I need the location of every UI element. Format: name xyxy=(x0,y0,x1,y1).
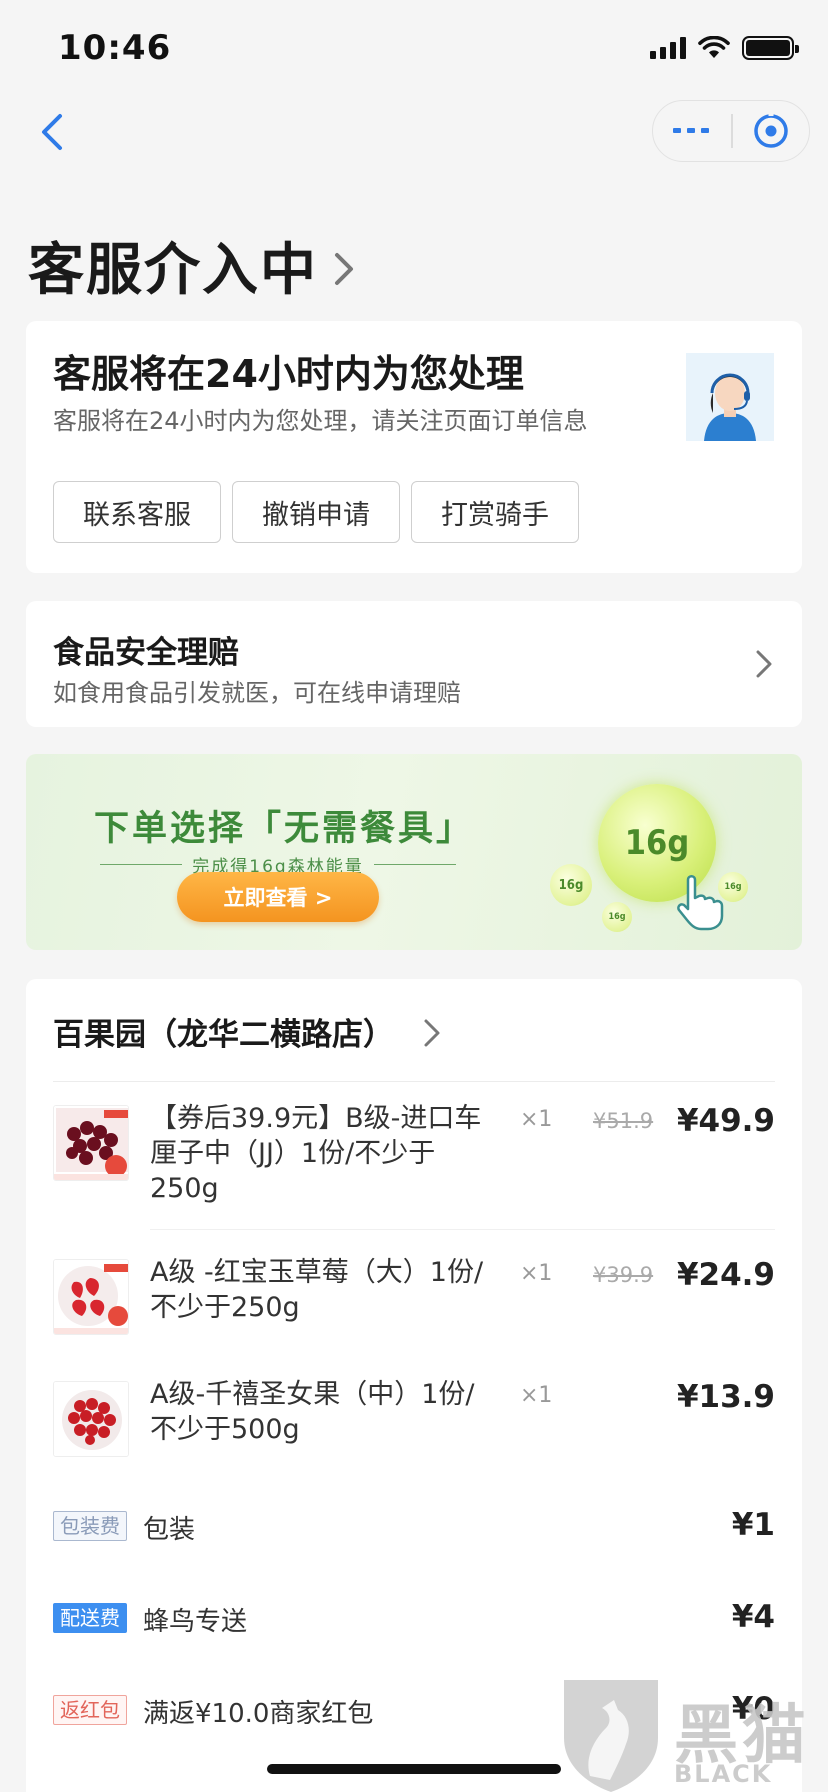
battery-icon xyxy=(742,36,799,60)
item-name: A级 -红宝玉草莓（大）1份/不少于250g xyxy=(150,1257,484,1323)
page-title-row[interactable]: 客服介入中 xyxy=(28,225,356,306)
fee-label: 包装 xyxy=(143,1515,196,1545)
order-item: 【券后39.9元】B级-进口车厘子中（JJ）1份/不少于250g ×1 ¥51.… xyxy=(53,1103,775,1230)
chevron-right-icon xyxy=(424,1019,440,1046)
back-button[interactable] xyxy=(34,110,74,154)
pointing-hand-icon xyxy=(677,875,724,931)
service-agent-avatar xyxy=(686,353,774,441)
no-cutlery-promo-banner[interactable]: 下单选择「无需餐具」 完成得16g森林能量 立即查看 > 16g 16g 16g… xyxy=(26,754,802,950)
item-name: A级-千禧圣女果（中）1份/不少于500g xyxy=(150,1379,475,1445)
product-thumbnail-strawberries xyxy=(53,1259,129,1335)
more-button[interactable] xyxy=(653,101,731,161)
item-original-price: ¥39.9 xyxy=(593,1263,654,1287)
energy-bubble-small: 16g xyxy=(550,864,592,906)
cancel-request-button[interactable]: 撤销申请 xyxy=(232,481,400,543)
status-icons xyxy=(650,36,799,60)
product-thumbnail-cherry-tomatoes xyxy=(53,1381,129,1457)
fee-row-packaging: 包装费 包装 ¥1 xyxy=(53,1507,775,1545)
status-bar: 10:46 xyxy=(0,0,828,100)
more-dots-icon xyxy=(673,128,709,133)
red-packet-tag: 返红包 xyxy=(53,1695,127,1725)
tip-rider-button[interactable]: 打赏骑手 xyxy=(411,481,579,543)
food-safety-claim-card[interactable]: 食品安全理赔 如食用食品引发就医，可在线申请理赔 xyxy=(26,601,802,727)
close-circle-icon xyxy=(754,111,788,148)
item-price: ¥49.9 xyxy=(676,1103,775,1139)
divider xyxy=(53,1081,775,1082)
watermark-subtext: BLACK CAT xyxy=(674,1760,773,1792)
contact-service-button[interactable]: 联系客服 xyxy=(53,481,221,543)
cherry-tomatoes-image xyxy=(54,1382,128,1456)
food-safety-title: 食品安全理赔 xyxy=(53,635,239,671)
fee-row-delivery: 配送费 蜂鸟专送 ¥4 xyxy=(53,1599,775,1637)
banner-headline: 下单选择「无需餐具」 xyxy=(94,809,475,849)
order-item: A级 -红宝玉草莓（大）1份/不少于250g ×1 ¥39.9 ¥24.9 xyxy=(53,1257,775,1349)
chevron-right-icon xyxy=(335,252,353,285)
chevron-right-icon xyxy=(756,650,772,678)
packaging-fee-tag: 包装费 xyxy=(53,1511,127,1541)
fee-value: ¥4 xyxy=(731,1599,775,1635)
fee-label: 满返¥10.0商家红包 xyxy=(143,1699,374,1729)
home-indicator xyxy=(267,1764,561,1774)
divider xyxy=(150,1229,775,1230)
service-heading: 客服将在24小时内为您处理 xyxy=(53,352,524,396)
service-actions: 联系客服 撤销申请 打赏骑手 xyxy=(53,481,579,543)
shop-header[interactable]: 百果园（龙华二横路店） xyxy=(53,1009,442,1054)
shop-name: 百果园（龙华二横路店） xyxy=(53,1017,394,1053)
cat-shield-logo-icon xyxy=(564,1680,658,1792)
item-quantity: ×1 xyxy=(520,1261,553,1286)
wifi-icon xyxy=(698,36,730,58)
view-now-button[interactable]: 立即查看 > xyxy=(177,872,379,922)
item-quantity: ×1 xyxy=(520,1107,553,1132)
fee-value: ¥1 xyxy=(731,1507,775,1543)
black-cat-watermark: 黑猫 BLACK CAT xyxy=(556,1676,828,1792)
miniapp-capsule xyxy=(652,100,810,162)
food-safety-subtitle: 如食用食品引发就医，可在线申请理赔 xyxy=(53,679,461,707)
order-item: A级-千禧圣女果（中）1份/不少于500g ×1 ¥13.9 xyxy=(53,1379,775,1471)
service-status-card: 客服将在24小时内为您处理 客服将在24小时内为您处理，请关注页面订单信息 联系… xyxy=(26,321,802,573)
order-details-card: 百果园（龙华二横路店） 【券后39.9元】B级-进口车厘子中（JJ）1份/不少于… xyxy=(26,979,802,1792)
item-name: 【券后39.9元】B级-进口车厘子中（JJ）1份/不少于250g xyxy=(150,1103,482,1204)
page-title: 客服介入中 xyxy=(28,238,318,303)
item-price: ¥13.9 xyxy=(676,1379,775,1415)
service-subtext: 客服将在24小时内为您处理，请关注页面订单信息 xyxy=(53,407,588,435)
chevron-left-icon xyxy=(42,114,62,150)
fee-label: 蜂鸟专送 xyxy=(143,1607,248,1637)
strawberries-image xyxy=(54,1260,128,1334)
cherries-image xyxy=(54,1106,128,1180)
item-quantity: ×1 xyxy=(520,1383,553,1408)
customer-service-agent-icon xyxy=(686,353,774,441)
delivery-fee-tag: 配送费 xyxy=(53,1603,127,1633)
item-price: ¥24.9 xyxy=(676,1257,775,1293)
cellular-signal-icon xyxy=(650,37,686,59)
close-miniapp-button[interactable] xyxy=(733,101,810,161)
product-thumbnail-cherries xyxy=(53,1105,129,1181)
energy-bubble-small: 16g xyxy=(602,902,632,932)
item-original-price: ¥51.9 xyxy=(593,1109,654,1133)
status-time: 10:46 xyxy=(58,28,172,68)
